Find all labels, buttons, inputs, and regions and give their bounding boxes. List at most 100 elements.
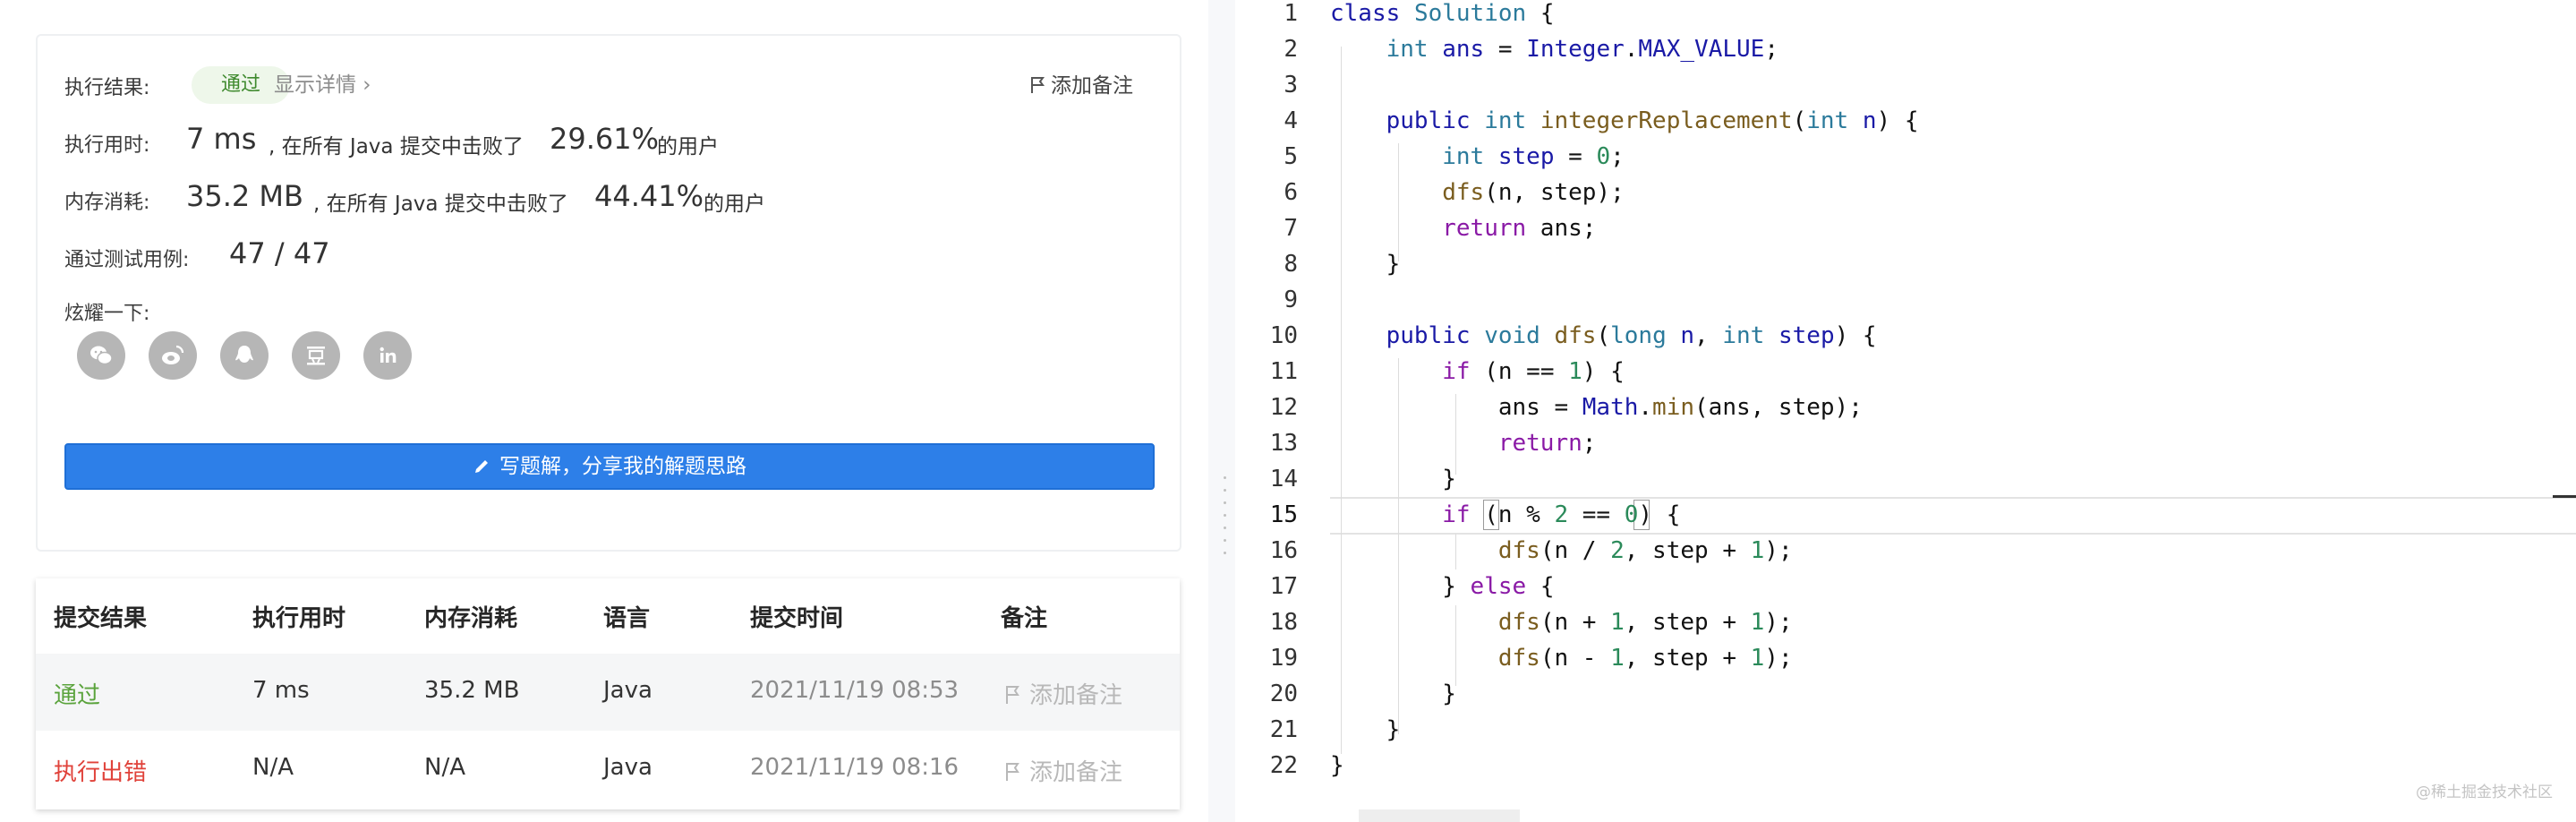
resize-grip-dot	[1224, 514, 1226, 517]
result-card: 执行结果: 通过 显示详情 › 添加备注 执行用时: 7 ms , 在所有 Ja…	[36, 34, 1181, 552]
runtime-percent: 29.61%	[550, 122, 660, 156]
line-number: 20	[1269, 681, 1298, 707]
scrollbar-cursor-marker	[2553, 495, 2576, 498]
memory-suffix: 的用户	[704, 193, 765, 216]
line-number: 2	[1284, 36, 1298, 63]
resize-grip-dot	[1224, 539, 1226, 542]
memory-percent: 44.41%	[594, 179, 704, 213]
runtime-value: 7 ms	[186, 122, 257, 156]
resize-grip-dot	[1224, 476, 1226, 479]
memory-value: 35.2 MB	[186, 179, 303, 213]
row-language: Java	[603, 677, 653, 704]
horizontal-scrollbar[interactable]	[1359, 809, 1520, 822]
table-header: 提交结果 执行用时 内存消耗 语言 提交时间 备注	[36, 578, 1180, 654]
line-number: 4	[1284, 107, 1298, 134]
row-language: Java	[603, 754, 653, 781]
code-line: dfs(n - 1, step + 1);	[1497, 645, 1793, 672]
line-number: 13	[1269, 430, 1298, 457]
resize-grip-dot	[1224, 501, 1226, 504]
weibo-icon[interactable]	[149, 331, 197, 380]
code-line: return;	[1497, 430, 1597, 457]
code-line: int ans = Integer.MAX_VALUE;	[1386, 36, 1778, 63]
status-label: 执行结果:	[64, 77, 150, 99]
row-submit-time: 2021/11/19 08:16	[750, 754, 960, 781]
row-status[interactable]: 执行出错	[54, 754, 147, 787]
code-line: }	[1330, 251, 1401, 278]
code-line: dfs(n / 2, step + 1);	[1497, 537, 1793, 564]
row-note-label: 添加备注	[1029, 759, 1123, 786]
memory-label: 内存消耗:	[64, 192, 150, 214]
submission-panel: 执行结果: 通过 显示详情 › 添加备注 执行用时: 7 ms , 在所有 Ja…	[0, 0, 1208, 822]
flag-icon	[1031, 77, 1045, 93]
line-number: 3	[1284, 72, 1298, 98]
line-number: 19	[1269, 645, 1298, 672]
line-number: 6	[1284, 179, 1298, 206]
row-note-label: 添加备注	[1029, 682, 1123, 709]
runtime-suffix: 的用户	[657, 135, 719, 158]
add-note-label: 添加备注	[1051, 74, 1133, 98]
code-line: }	[1330, 681, 1456, 707]
line-number: 14	[1269, 466, 1298, 492]
line-number: 5	[1284, 143, 1298, 170]
code-line: ans = Math.min(ans, step);	[1330, 394, 1863, 421]
line-number: 18	[1269, 609, 1298, 636]
code-line: dfs(n + 1, step + 1);	[1497, 609, 1793, 636]
header-status: 提交结果	[54, 605, 148, 632]
line-number: 9	[1284, 287, 1298, 313]
tests-label: 通过测试用例:	[64, 249, 190, 271]
flag-icon	[1006, 686, 1019, 704]
line-number-active: 15	[1269, 501, 1298, 528]
write-solution-label: 写题解，分享我的解题思路	[499, 455, 746, 478]
row-status[interactable]: 通过	[54, 677, 100, 710]
header-memory: 内存消耗	[424, 605, 518, 632]
resize-grip-dot	[1224, 552, 1226, 554]
line-number: 22	[1269, 752, 1298, 779]
row-submit-time: 2021/11/19 08:53	[750, 677, 960, 704]
line-number: 11	[1269, 358, 1298, 385]
resize-grip-dot	[1224, 489, 1226, 492]
code-line: } else {	[1330, 573, 1555, 600]
write-solution-button[interactable]: 写题解，分享我的解题思路	[64, 443, 1155, 490]
code-line: }	[1330, 466, 1456, 492]
code-line: class Solution {	[1330, 0, 1555, 27]
wechat-icon[interactable]	[77, 331, 125, 380]
add-note-button[interactable]: 添加备注	[1029, 68, 1133, 104]
watermark: @稀土掘金技术社区	[2416, 783, 2553, 801]
code-line: int step = 0;	[1442, 143, 1625, 170]
code-editor[interactable]: 1 2 3 4 5 6 7 8 9 10 11 12 13 14 15 16 1…	[1235, 0, 2576, 822]
row-runtime: 7 ms	[252, 677, 310, 704]
code-line: if (n == 1) {	[1442, 358, 1625, 385]
row-memory: 35.2 MB	[424, 677, 520, 704]
show-details-link[interactable]: 显示详情 ›	[274, 67, 371, 103]
code-line: }	[1330, 752, 1344, 779]
code-line: return ans;	[1442, 215, 1597, 242]
header-runtime: 执行用时	[252, 605, 346, 632]
resize-grip-dot	[1224, 527, 1226, 529]
row-add-note-button[interactable]: 添加备注	[1004, 677, 1122, 710]
douban-icon[interactable]	[292, 331, 340, 380]
table-row[interactable]: 通过 7 ms 35.2 MB Java 2021/11/19 08:53 添加…	[36, 654, 1180, 731]
row-add-note-button[interactable]: 添加备注	[1004, 754, 1122, 787]
row-memory: N/A	[424, 754, 465, 781]
runtime-text: , 在所有 Java 提交中击败了	[269, 135, 524, 158]
runtime-label: 执行用时:	[64, 134, 150, 157]
table-row[interactable]: 执行出错 N/A N/A Java 2021/11/19 08:16 添加备注	[36, 731, 1180, 808]
pencil-icon	[475, 460, 488, 473]
line-number: 8	[1284, 251, 1298, 278]
qq-icon[interactable]	[220, 331, 269, 380]
linkedin-icon[interactable]	[363, 331, 412, 380]
code-line: }	[1330, 716, 1401, 743]
code-line-active: if (n % 2 == 0) {	[1442, 501, 1681, 528]
flag-icon	[1006, 763, 1019, 781]
memory-text: , 在所有 Java 提交中击败了	[313, 193, 568, 216]
line-number: 16	[1269, 537, 1298, 564]
line-number: 17	[1269, 573, 1298, 600]
line-number: 12	[1269, 394, 1298, 421]
header-submit-time: 提交时间	[750, 605, 844, 632]
submissions-table: 提交结果 执行用时 内存消耗 语言 提交时间 备注 通过 7 ms 35.2 M…	[36, 578, 1180, 809]
header-note: 备注	[1001, 605, 1048, 632]
tests-value: 47 / 47	[229, 236, 330, 270]
line-number: 7	[1284, 215, 1298, 242]
share-label: 炫耀一下:	[64, 303, 150, 325]
panel-resize-handle[interactable]	[1208, 0, 1235, 822]
